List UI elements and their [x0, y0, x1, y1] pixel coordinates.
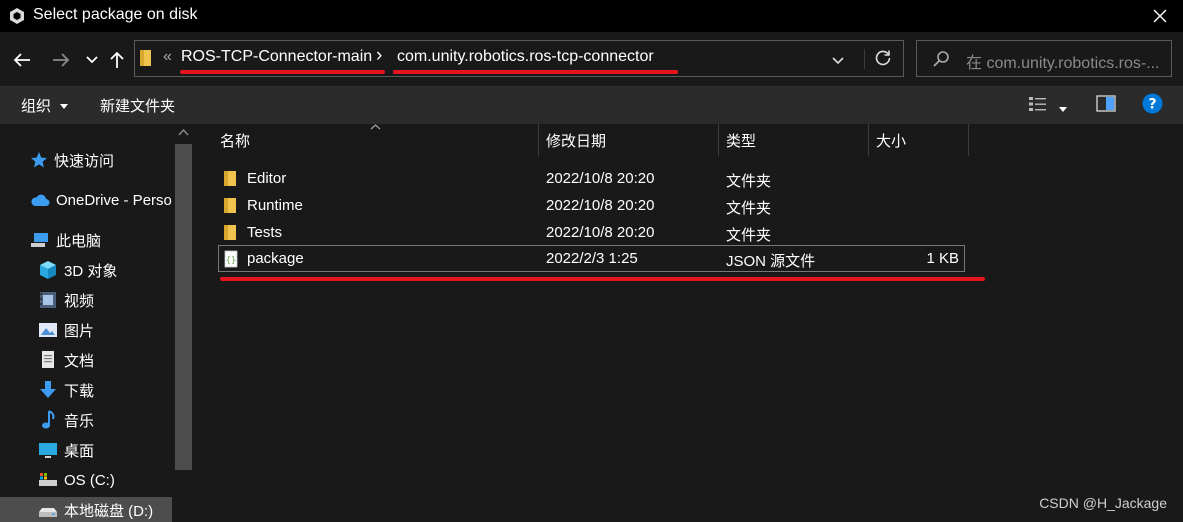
- pc-icon: [31, 233, 48, 247]
- help-button[interactable]: ?: [1142, 93, 1163, 118]
- recent-locations-button[interactable]: [78, 46, 106, 74]
- arrow-up-icon: [110, 51, 124, 68]
- music-icon: [42, 410, 55, 429]
- unity-app-icon: [10, 8, 24, 24]
- sidebar-item-3d-objects[interactable]: 3D 对象: [38, 257, 117, 283]
- document-icon: [42, 351, 54, 368]
- sidebar-item-quick-access[interactable]: 快速访问: [30, 147, 114, 173]
- help-icon: ?: [1142, 93, 1163, 114]
- file-modified: 2022/10/8 20:20: [546, 197, 655, 214]
- window-title: Select package on disk: [33, 6, 198, 23]
- column-header-modified[interactable]: 修改日期: [546, 124, 718, 156]
- sidebar-item-videos[interactable]: 视频: [38, 287, 94, 313]
- sidebar-item-documents[interactable]: 文档: [38, 347, 94, 373]
- column-header-type[interactable]: 类型: [726, 124, 868, 156]
- chevron-down-icon: [86, 56, 98, 64]
- file-modified: 2022/2/3 1:25: [546, 250, 638, 267]
- sidebar-item-downloads[interactable]: 下载: [38, 377, 94, 403]
- sidebar-item-drive-d[interactable]: 本地磁盘 (D:): [0, 497, 172, 522]
- file-modified: 2022/10/8 20:20: [546, 224, 655, 241]
- navigation-pane: [0, 124, 196, 522]
- new-folder-button[interactable]: 新建文件夹: [100, 95, 175, 116]
- scroll-up-icon[interactable]: [178, 129, 189, 136]
- address-dropdown-button[interactable]: [832, 52, 844, 69]
- column-header-size[interactable]: 大小: [876, 124, 968, 156]
- file-type: 文件夹: [726, 200, 772, 217]
- refresh-icon: [875, 50, 891, 66]
- breadcrumb-item[interactable]: ROS-TCP-Connector-main: [181, 48, 372, 66]
- sidebar-item-drive-c[interactable]: OS (C:): [38, 467, 115, 493]
- back-button[interactable]: [8, 46, 36, 74]
- file-row-editor[interactable]: Editor 2022/10/8 20:20 文件夹: [218, 165, 965, 192]
- watermark-text: CSDN @H_Jackage: [1039, 495, 1167, 511]
- file-name: Tests: [247, 224, 283, 241]
- file-row-package[interactable]: {} package 2022/2/3 1:25 JSON 源文件 1 KB: [218, 245, 965, 272]
- preview-pane-button[interactable]: [1096, 95, 1116, 116]
- command-toolbar: [0, 86, 1183, 124]
- sidebar-scrollbar-thumb[interactable]: [175, 144, 192, 470]
- caret-down-icon: [60, 104, 69, 110]
- organize-label: 组织: [21, 98, 52, 115]
- folder-icon: [140, 50, 151, 66]
- annotation-underline: [220, 277, 985, 281]
- search-placeholder: 在 com.unity.robotics.ros-...: [966, 55, 1160, 72]
- sidebar-item-music[interactable]: 音乐: [38, 407, 94, 433]
- column-header-name[interactable]: 名称: [220, 124, 538, 156]
- forward-button[interactable]: [47, 46, 75, 74]
- file-row-tests[interactable]: Tests 2022/10/8 20:20 文件夹: [218, 219, 965, 246]
- arrow-left-icon: [13, 53, 30, 67]
- sidebar-item-desktop[interactable]: 桌面: [38, 437, 94, 463]
- file-size: 1 KB: [926, 250, 959, 267]
- details-view-icon: [1029, 97, 1046, 111]
- folder-icon: [224, 171, 236, 186]
- organize-button[interactable]: 组织: [21, 95, 69, 116]
- json-file-icon: {}: [224, 250, 238, 268]
- cube-icon: [40, 261, 56, 279]
- chevron-down-icon: [832, 57, 844, 65]
- svg-text:{}: {}: [226, 256, 237, 266]
- file-type: JSON 源文件: [726, 253, 816, 270]
- picture-icon: [39, 323, 57, 337]
- breadcrumb-overflow[interactable]: «: [163, 48, 172, 66]
- drive-d-icon: [39, 508, 57, 517]
- preview-pane-icon: [1096, 95, 1116, 112]
- file-name: package: [247, 250, 304, 267]
- search-icon: [933, 51, 949, 67]
- annotation-underline: [393, 70, 678, 74]
- refresh-button[interactable]: [874, 49, 892, 71]
- cloud-icon: [31, 194, 50, 206]
- file-row-runtime[interactable]: Runtime 2022/10/8 20:20 文件夹: [218, 192, 965, 219]
- download-icon: [40, 381, 56, 398]
- folder-icon: [224, 198, 236, 213]
- arrow-right-icon: [53, 53, 70, 67]
- caret-down-icon: [1059, 107, 1067, 112]
- desktop-icon: [39, 443, 57, 458]
- file-name: Editor: [247, 170, 287, 187]
- annotation-underline: [180, 70, 385, 74]
- file-type: 文件夹: [726, 173, 772, 190]
- breadcrumb-separator[interactable]: ›: [376, 45, 382, 67]
- sidebar-item-this-pc[interactable]: 此电脑: [30, 227, 101, 253]
- file-name: Runtime: [247, 197, 303, 214]
- sidebar-item-pictures[interactable]: 图片: [38, 317, 94, 343]
- view-options-button[interactable]: [1028, 95, 1048, 117]
- up-button[interactable]: [103, 46, 131, 74]
- view-dropdown-button[interactable]: [1058, 100, 1068, 117]
- close-button[interactable]: [1137, 0, 1183, 32]
- file-modified: 2022/10/8 20:20: [546, 170, 655, 187]
- drive-c-icon: [39, 473, 57, 486]
- star-icon: [31, 152, 47, 168]
- folder-icon: [224, 225, 236, 240]
- file-type: 文件夹: [726, 227, 772, 244]
- video-icon: [40, 292, 56, 308]
- close-icon: [1153, 9, 1167, 23]
- breadcrumb-item[interactable]: com.unity.robotics.ros-tcp-connector: [397, 48, 654, 66]
- sidebar-item-onedrive[interactable]: OneDrive - Perso: [30, 187, 176, 213]
- svg-text:?: ?: [1148, 97, 1156, 113]
